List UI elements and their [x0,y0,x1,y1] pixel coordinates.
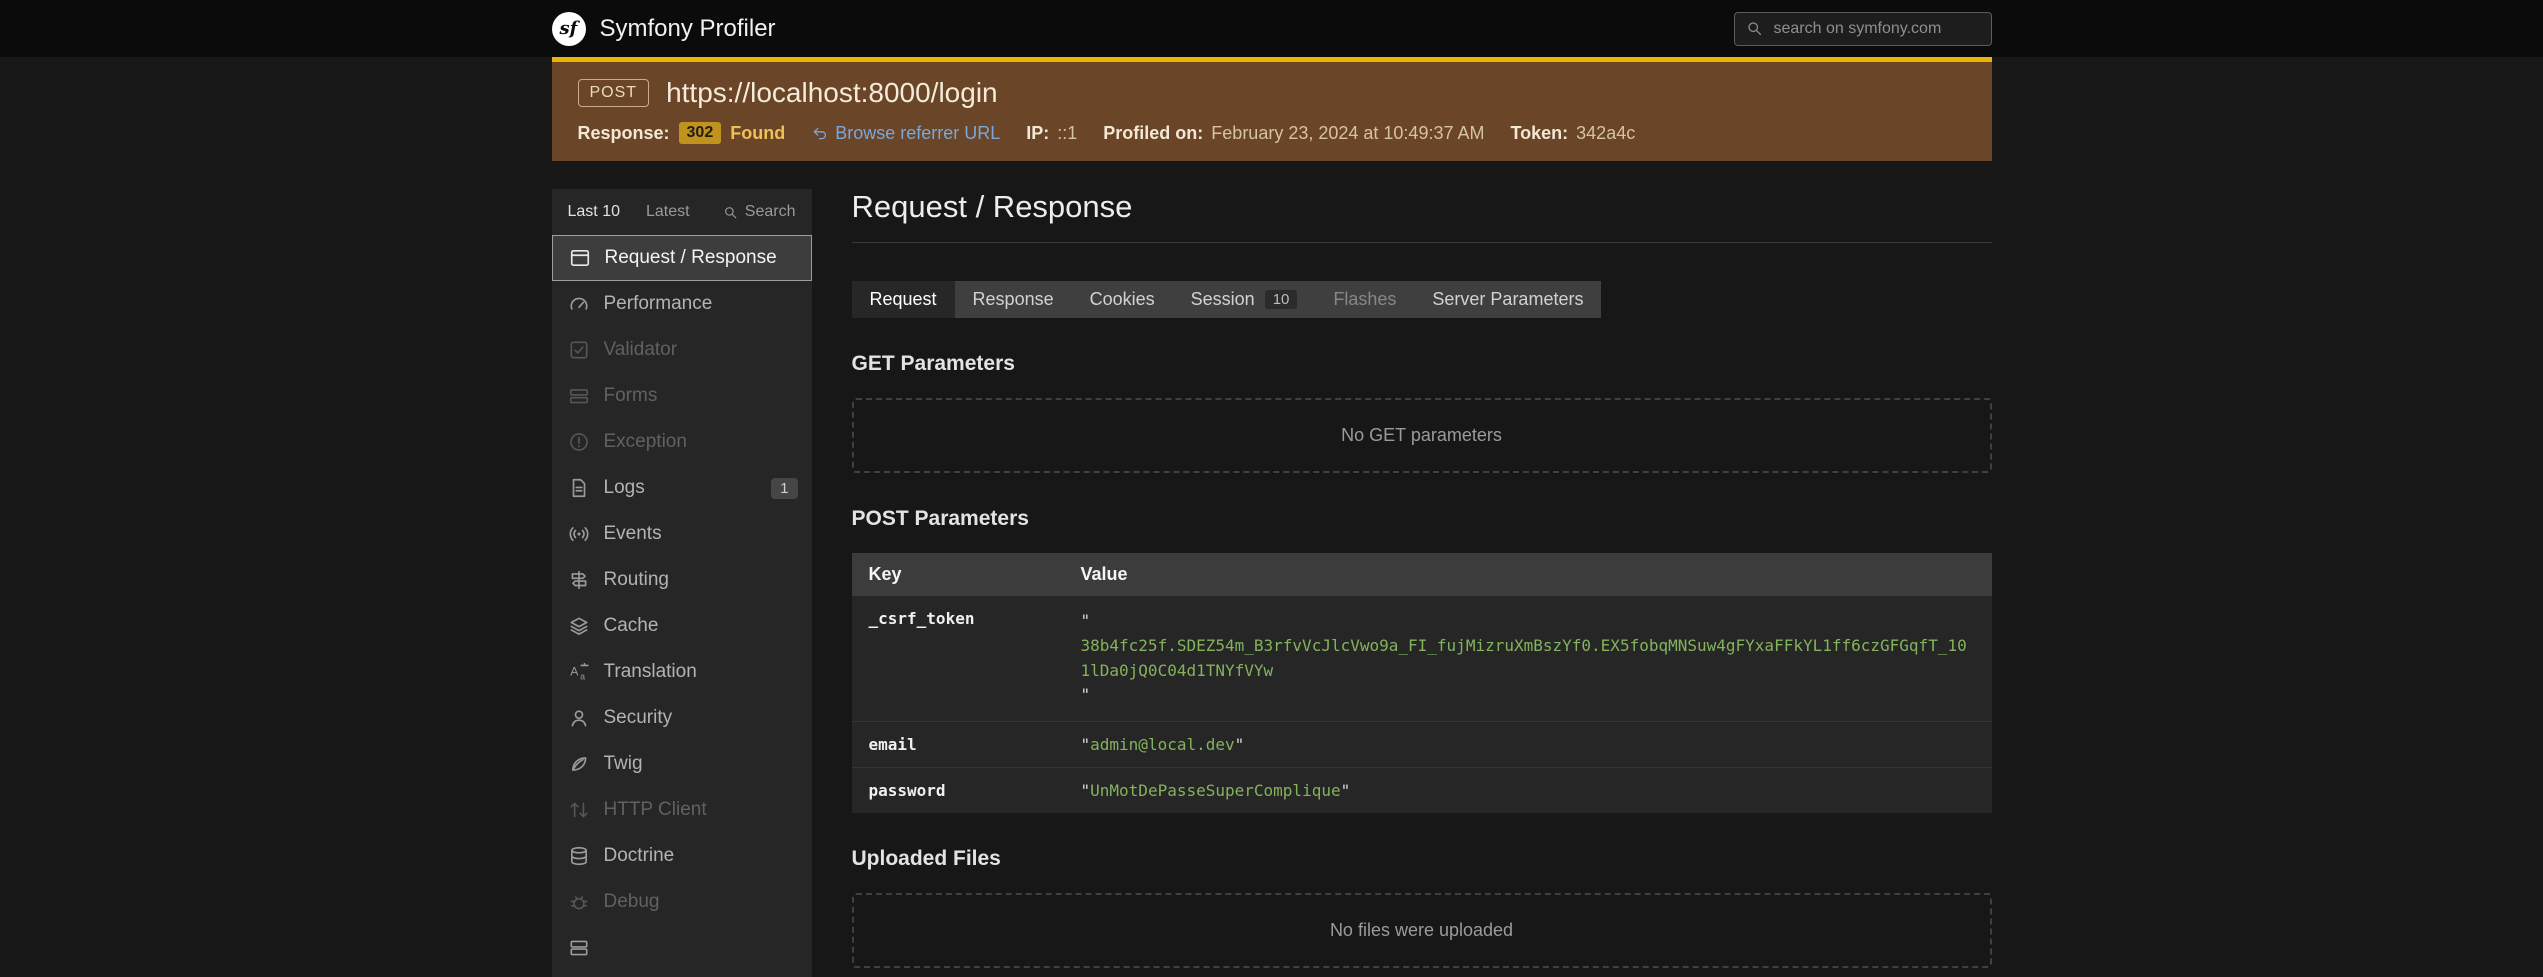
table-row: email "admin@local.dev" [852,722,1992,768]
http-method-badge: POST [578,79,650,107]
leaf-icon [568,753,590,775]
param-key: password [852,768,1064,814]
param-key: email [852,722,1064,768]
ip-label: IP: [1026,123,1049,144]
sidebar-item-debug: Debug [552,879,812,925]
input-icon [568,385,590,407]
sidebar-item-performance[interactable]: Performance [552,281,812,327]
sidebar-item-security[interactable]: Security [552,695,812,741]
request-status-bar: POST https://localhost:8000/login Respon… [552,57,1992,161]
request-url: https://localhost:8000/login [666,77,998,109]
sidebar-filters: Last 10 Latest Search [552,189,812,235]
sidebar-item-validator: Validator [552,327,812,373]
window-icon [569,247,591,269]
tab-bar: Request Response Cookies Session 10 Flas… [852,281,1602,318]
response-code-badge: 302 [679,122,722,144]
token-value: 342a4c [1576,123,1635,144]
page-title: Request / Response [852,189,1992,243]
table-header-row: Key Value [852,553,1992,596]
column-key: Key [852,553,1064,596]
uploaded-files-title: Uploaded Files [852,847,1992,871]
get-parameters-title: GET Parameters [852,352,1992,376]
layers-icon [568,615,590,637]
symfony-logo-icon: sf [552,12,586,46]
sidebar-item-request-response[interactable]: Request / Response [552,235,812,281]
sidebar-item-clipped[interactable] [552,925,812,971]
bug-icon [568,891,590,913]
tab-server-parameters[interactable]: Server Parameters [1414,281,1601,318]
post-parameters-table: Key Value _csrf_token " 38b4fc25f.SDEZ54… [852,553,1992,813]
site-search[interactable] [1734,12,1992,46]
ip-value: ::1 [1057,123,1077,144]
tab-cookies[interactable]: Cookies [1072,281,1173,318]
column-value: Value [1064,553,1992,596]
tab-flashes: Flashes [1315,281,1414,318]
logs-count-badge: 1 [771,478,797,499]
gauge-icon [568,293,590,315]
search-input[interactable] [1772,19,1980,39]
sidebar-item-forms: Forms [552,373,812,419]
param-value: "UnMotDePasseSuperComplique" [1064,768,1992,814]
table-row: _csrf_token " 38b4fc25f.SDEZ54m_B3rfvVcJ… [852,596,1992,722]
sidebar-item-twig[interactable]: Twig [552,741,812,787]
sidebar-item-translation[interactable]: Aa Translation [552,649,812,695]
param-value: "admin@local.dev" [1064,722,1992,768]
sidebar-item-doctrine[interactable]: Doctrine [552,833,812,879]
profiled-on-label: Profiled on: [1103,123,1203,144]
response-label: Response: [578,123,670,144]
svg-text:A: A [570,664,579,678]
param-key: _csrf_token [852,596,1064,722]
uploaded-files-empty: No files were uploaded [852,893,1992,968]
check-square-icon [568,339,590,361]
main-panel: Request / Response Request Response Cook… [852,189,1992,968]
sidebar-item-events[interactable]: Events [552,511,812,557]
svg-text:a: a [580,672,585,682]
post-parameters-title: POST Parameters [852,507,1992,531]
sidebar-item-exception: Exception [552,419,812,465]
return-arrow-icon [811,125,828,142]
filter-search[interactable]: Search [723,203,796,221]
profiled-on-value: February 23, 2024 at 10:49:37 AM [1211,123,1484,144]
filter-last-10[interactable]: Last 10 [568,203,620,221]
sidebar-item-routing[interactable]: Routing [552,557,812,603]
translate-icon: Aa [568,661,590,683]
user-icon [568,707,590,729]
tab-session[interactable]: Session 10 [1173,281,1316,318]
app-title: Symfony Profiler [600,15,776,43]
broadcast-icon [568,523,590,545]
tab-response[interactable]: Response [955,281,1072,318]
browse-referrer-link[interactable]: Browse referrer URL [811,123,1000,144]
token-label: Token: [1510,123,1568,144]
get-parameters-empty: No GET parameters [852,398,1992,473]
signpost-icon [568,569,590,591]
param-value: " 38b4fc25f.SDEZ54m_B3rfvVcJlcVwo9a_FI_f… [1064,596,1992,722]
alert-icon [568,431,590,453]
session-count-badge: 10 [1265,290,1298,309]
database-icon [568,845,590,867]
sidebar-item-cache[interactable]: Cache [552,603,812,649]
table-row: password "UnMotDePasseSuperComplique" [852,768,1992,814]
sidebar-item-logs[interactable]: Logs 1 [552,465,812,511]
filter-latest[interactable]: Latest [646,203,690,221]
search-icon [1746,20,1763,37]
search-icon [723,205,738,220]
sidebar-item-http-client: HTTP Client [552,787,812,833]
response-status-text: Found [730,123,785,144]
top-bar: sf Symfony Profiler [0,0,2543,57]
rows-icon [568,937,590,959]
profiler-sidebar: Last 10 Latest Search Request / Response [552,189,812,977]
brand: sf Symfony Profiler [552,12,776,46]
swap-arrows-icon [568,799,590,821]
file-text-icon [568,477,590,499]
tab-request[interactable]: Request [852,281,955,318]
